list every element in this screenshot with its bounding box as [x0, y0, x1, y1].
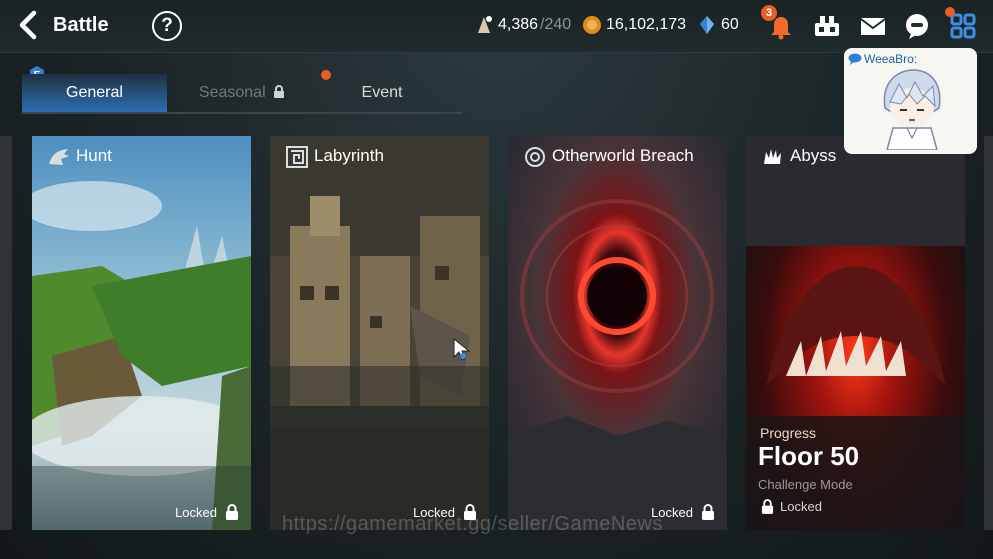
- team-icon[interactable]: [812, 11, 842, 41]
- notification-badge: 3: [761, 5, 777, 21]
- otherworld-breach-card[interactable]: Otherworld Breach Locked: [508, 136, 727, 530]
- chat-sender-name: WeeaBro:: [864, 52, 918, 66]
- abyss-progress-label: Progress: [760, 425, 817, 441]
- crystal-value: 60: [721, 16, 739, 33]
- tab-seasonal-label: Seasonal: [198, 84, 266, 101]
- tab-seasonal[interactable]: Seasonal: [187, 74, 297, 112]
- hunt-locked-status: Locked: [175, 504, 239, 520]
- chat-icon[interactable]: [902, 11, 932, 41]
- mode-tabs: General Seasonal Event: [22, 74, 462, 114]
- abyss-title: Abyss: [790, 146, 837, 165]
- dragon-icon: [49, 149, 69, 165]
- stamina-max: /240: [540, 16, 572, 33]
- previous-card-edge[interactable]: [0, 136, 12, 530]
- page-title: Battle: [53, 14, 109, 36]
- top-bar: Battle ? 4,386 /240 16,102,173 60 3: [0, 0, 993, 53]
- abyss-floor-value: Floor 50: [758, 441, 860, 471]
- hunt-card[interactable]: Hunt Locked: [32, 136, 251, 530]
- lock-icon: [761, 499, 774, 514]
- hunt-locked-label: Locked: [175, 504, 217, 520]
- abyss-card[interactable]: Abyss Progress Floor 50 Challenge Mode L…: [746, 136, 965, 530]
- chat-popup[interactable]: WeeaBro:: [844, 48, 977, 154]
- mouse-cursor-icon: [453, 337, 471, 361]
- crystal-counter[interactable]: 60: [697, 15, 739, 35]
- hunt-title: Hunt: [76, 146, 112, 165]
- next-card-edge[interactable]: [984, 136, 993, 530]
- abyss-challenge-mode: Challenge Mode: [758, 477, 853, 492]
- help-button[interactable]: ?: [152, 11, 182, 41]
- menu-notification-dot: [945, 7, 955, 17]
- abyss-locked-status: Locked: [761, 499, 822, 514]
- labyrinth-title: Labyrinth: [314, 146, 384, 165]
- labyrinth-artwork: [270, 136, 489, 530]
- hunt-artwork: [32, 136, 251, 530]
- labyrinth-card[interactable]: Labyrinth Locked: [270, 136, 489, 530]
- abyss-locked-label: Locked: [780, 499, 822, 514]
- tab-event-label: Event: [361, 84, 403, 101]
- stamina-icon: [478, 16, 492, 33]
- otherworld-breach-title: Otherworld Breach: [552, 146, 694, 165]
- gold-value: 16,102,173: [606, 16, 687, 33]
- otherworld-breach-artwork: [508, 136, 727, 530]
- stamina-value: 4,386: [498, 16, 539, 33]
- watermark-text: https://gamemarket.gg/seller/GameNews: [282, 513, 663, 535]
- maze-icon: [286, 146, 308, 168]
- abyss-claw-icon: [764, 149, 781, 164]
- speech-bubble-icon: [848, 53, 862, 65]
- lock-icon: [226, 504, 238, 520]
- lock-icon: [274, 85, 285, 98]
- tab-event[interactable]: Event: [322, 74, 442, 112]
- mail-icon[interactable]: [858, 11, 888, 41]
- lock-icon: [702, 504, 714, 520]
- portal-icon: [525, 147, 545, 167]
- tab-general[interactable]: General: [22, 74, 167, 112]
- tab-general-label: General: [66, 84, 123, 101]
- event-notification-dot: [321, 70, 331, 80]
- chibi-avatar-sticker: [883, 69, 941, 150]
- chat-sender: WeeaBro:: [848, 52, 917, 66]
- gold-counter[interactable]: 16,102,173: [582, 15, 686, 35]
- back-arrow-icon[interactable]: [14, 10, 44, 40]
- crystal-icon: [700, 16, 714, 34]
- gold-icon: [583, 16, 601, 34]
- stamina-counter[interactable]: 4,386 /240: [474, 15, 571, 35]
